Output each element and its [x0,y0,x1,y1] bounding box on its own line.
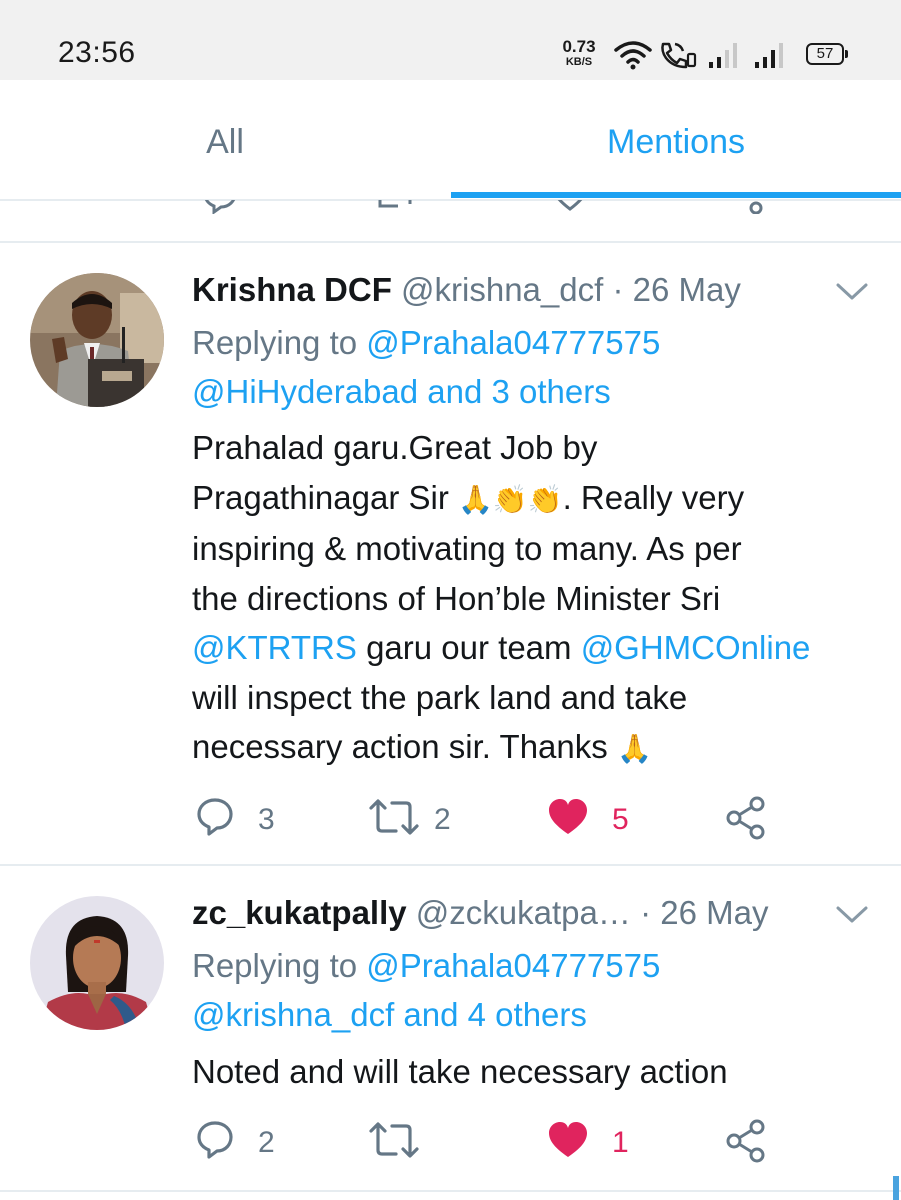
tweet-header: Krishna DCF @krishna_dcf · 26 May [192,271,741,309]
reply-icon [197,798,233,836]
share-icon [726,796,765,840]
replying-to-user-link[interactable]: @Prahala04777575 [366,947,660,984]
tweet-text-line: Pragathinagar Sir 🙏👏👏. Really very [192,473,882,525]
retweet-icon[interactable] [372,200,418,212]
mention-link[interactable]: @GHMCOnline [581,629,811,666]
tab-all[interactable]: All [0,80,450,200]
scrollbar-thumb[interactable] [893,1176,899,1200]
reply-button[interactable]: 3 [195,795,285,845]
battery-indicator: 57 [806,43,848,65]
tweet-text-line: inspiring & motivating to many. As per [192,530,742,567]
signal-icon [709,43,737,68]
replying-to: Replying to @Prahala04777575 [192,318,660,367]
replying-to-prefix: Replying to [192,324,358,361]
chevron-down-icon[interactable] [834,281,870,303]
signal-icon [755,43,783,68]
tweet-text-span: . Really very [562,478,745,516]
network-speed-unit: KB/S [565,56,593,68]
share-button[interactable] [724,1118,774,1168]
display-name[interactable]: zc_kukatpally [192,894,407,931]
replying-to-others-link[interactable]: @krishna_dcf and 4 others [192,996,587,1033]
separator: · [640,894,652,931]
heart-icon [549,1122,587,1157]
emoji-pray-clap: 🙏👏👏 [458,483,563,515]
tweet-text-line: the directions of Hon’ble Minister Sri [192,579,721,617]
reply-icon [197,1121,233,1159]
like-button[interactable]: 1 [546,1118,646,1168]
replying-to-others: @krishna_dcf and 4 others [192,990,587,1039]
retweet-button[interactable]: 2 [368,795,468,845]
reply-count: 3 [258,803,275,836]
share-icon[interactable] [740,200,770,214]
wifi-icon [614,41,652,70]
share-icon [726,1119,765,1163]
reply-count: 2 [258,1126,275,1159]
tweet-text: Noted and will take necessary action [192,1047,882,1097]
network-speed: 0.73 KB/S [555,38,603,68]
tweet-date: 26 May [660,894,769,931]
active-tab-indicator [451,192,901,198]
like-button[interactable]: 5 [546,795,646,845]
tweet-text: Prahalad garu.Great Job by Pragathinagar… [192,423,882,774]
notifications-tabs: All Mentions [0,80,901,200]
replying-to: Replying to @Prahala04777575 [192,941,660,990]
tweet-text-line: will inspect the park land and take [192,678,688,716]
tweet-text-span: Pragathinagar Sir [192,478,449,516]
mention-link[interactable]: @KTRTRS [192,629,357,666]
emoji-pray: 🙏 [616,733,652,764]
tweet[interactable]: Krishna DCF @krishna_dcf · 26 May Replyi… [0,243,901,863]
tweet[interactable]: zc_kukatpally @zckukatpa… · 26 May Reply… [0,866,901,1176]
tweet-actions: 3 2 5 [0,795,901,845]
retweet-button[interactable] [368,1118,468,1168]
heart-icon[interactable] [550,200,590,212]
status-time: 23:56 [58,36,136,69]
user-handle[interactable]: @krishna_dcf [401,271,603,308]
feed-divider [0,1190,901,1192]
tweet-text-line: Prahalad garu.Great Job by [192,429,598,466]
retweet-count: 2 [434,803,451,836]
tab-mentions[interactable]: Mentions [451,80,901,200]
user-handle[interactable]: @zckukatpa… [416,894,631,931]
display-name[interactable]: Krishna DCF [192,271,392,308]
reply-icon[interactable] [202,200,238,214]
replying-to-others-link[interactable]: @HiHyderabad and 3 others [192,373,611,410]
like-count: 5 [612,803,629,836]
chevron-down-icon[interactable] [834,904,870,926]
tweet-text-span: garu our team [356,629,581,666]
retweet-icon [369,799,419,835]
heart-icon [549,799,587,834]
tweet-date: 26 May [632,271,741,308]
tweet-header: zc_kukatpally @zckukatpa… · 26 May [192,894,768,932]
status-bar: 23:56 0.73 KB/S 57 [0,0,901,80]
separator: · [612,271,624,308]
tweet-text-line: Noted and will take necessary action [192,1053,728,1090]
previous-tweet-actions [0,200,901,214]
tweet-text-line: @KTRTRS garu our team @GHMCOnline [192,623,882,673]
avatar[interactable] [30,273,164,407]
retweet-icon [369,1122,419,1158]
tweet-text-line: necessary action sir. Thanks 🙏 [192,722,882,774]
volte-call-icon [661,42,697,69]
avatar[interactable] [30,896,164,1030]
share-button[interactable] [724,795,774,845]
like-count: 1 [612,1126,629,1159]
reply-button[interactable]: 2 [195,1118,285,1168]
tweet-actions: 2 1 [0,1118,901,1168]
replying-to-prefix: Replying to [192,947,358,984]
tweet-text-span: necessary action sir. Thanks [192,728,608,765]
replying-to-user-link[interactable]: @Prahala04777575 [366,324,660,361]
network-speed-value: 0.73 [562,37,596,56]
replying-to-others: @HiHyderabad and 3 others [192,367,611,416]
